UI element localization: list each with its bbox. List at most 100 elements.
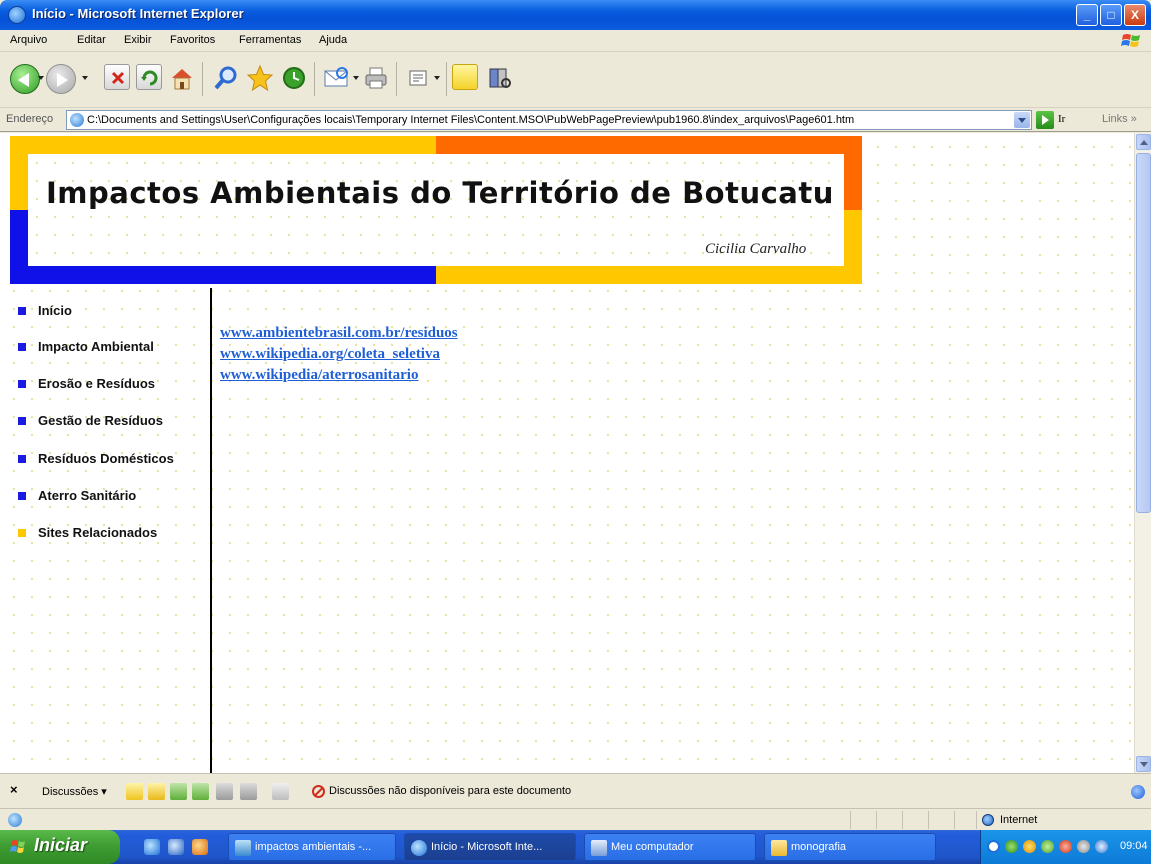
task-impactos-ambientais[interactable]: impactos ambientais -... [228,833,396,861]
history-icon[interactable] [280,64,306,90]
banner-bar-gold-bottom [436,266,862,284]
menu-arquivo[interactable]: Arquivo [10,34,47,46]
page-banner: Impactos Ambientais do Território de Bot… [10,136,862,284]
address-field[interactable]: C:\Documents and Settings\User\Configura… [66,110,1032,130]
window-title: Início - Microsoft Internet Explorer [32,6,244,21]
toolbar-separator [314,62,315,96]
ie-icon [8,6,26,24]
maximize-button[interactable]: □ [1100,4,1122,26]
quicklaunch-ie-icon[interactable] [144,839,160,855]
banner-bar-right-orange [844,136,862,210]
antivirus-icon[interactable] [1059,840,1072,853]
tray-status-icon[interactable] [1095,840,1108,853]
status-page-icon [8,813,22,827]
link-wikipedia-coleta-seletiva[interactable]: www.wikipedia.org/coleta_seletiva [220,344,458,365]
status-bar: Internet [0,808,1151,830]
nav-bullet [18,380,26,388]
toolbar-separator [202,62,203,96]
nav-label[interactable]: Gestão de Resíduos [38,413,163,428]
stop-icon[interactable] [104,64,130,90]
scroll-up-button[interactable] [1136,134,1151,150]
go-arrow-icon[interactable] [1036,111,1054,129]
show-hide-pane-icon[interactable] [272,783,289,800]
home-icon[interactable] [168,64,194,90]
tray-app-icon[interactable] [1041,840,1054,853]
edit-icon[interactable] [404,64,430,90]
close-button[interactable]: X [1124,4,1146,26]
minimize-button[interactable]: _ [1076,4,1098,26]
status-cell [850,811,851,829]
discussions-bar: × Discussões ▾ Discussões não disponívei… [0,773,1151,808]
tray-expand-icon[interactable] [987,840,1000,853]
link-wikipedia-aterrosanitario[interactable]: www.wikipedia/aterrosanitario [220,365,458,386]
back-dropdown-icon[interactable] [38,76,44,80]
nav-label[interactable]: Início [38,303,72,318]
menu-editar[interactable]: Editar [77,34,106,46]
note-icon[interactable] [452,64,478,90]
back-button[interactable] [10,64,40,94]
links-button[interactable]: Links » [1102,113,1137,125]
forward-button[interactable] [46,64,76,94]
task-inicio-ie[interactable]: Início - Microsoft Inte... [404,833,576,861]
nav-label[interactable]: Sites Relacionados [38,525,157,540]
start-button[interactable]: Iniciar [0,830,120,864]
quicklaunch-media-icon[interactable] [192,839,208,855]
status-cell [976,811,977,829]
collapse-discussions-icon[interactable] [192,783,209,800]
quicklaunch-browser-icon[interactable] [168,839,184,855]
nav-label[interactable]: Impacto Ambiental [38,339,154,354]
menu-ajuda[interactable]: Ajuda [319,34,347,46]
mail-icon[interactable] [322,64,348,90]
forward-dropdown-icon[interactable] [82,76,88,80]
favorites-star-icon[interactable] [246,64,274,92]
task-label: impactos ambientais -... [255,841,372,853]
toolbar-separator [396,62,397,96]
nav-label[interactable]: Resíduos Domésticos [38,451,174,466]
address-value[interactable]: C:\Documents and Settings\User\Configura… [87,114,854,126]
nav-bullet [18,417,26,425]
forward-arrow-icon [57,73,68,87]
scroll-thumb[interactable] [1136,153,1151,513]
volume-icon[interactable] [1077,840,1090,853]
related-links: www.ambientebrasil.com.br/residuos www.w… [220,323,458,386]
reply-discussion-icon[interactable] [148,783,165,800]
refresh-icon[interactable] [136,64,162,90]
banner-bar-gold [10,136,436,154]
internet-zone-icon [982,814,994,826]
help-icon[interactable] [1131,785,1145,799]
insert-discussion-icon[interactable] [126,783,143,800]
nav-label[interactable]: Erosão e Resíduos [38,376,155,391]
security-shield-icon[interactable] [1023,840,1036,853]
go-button[interactable]: Ir [1058,113,1065,125]
edit-dropdown-icon[interactable] [434,76,440,80]
clock[interactable]: 09:04 [1120,840,1148,852]
page-author: Cicilia Carvalho [705,241,807,257]
expand-discussions-icon[interactable] [170,783,187,800]
research-icon[interactable] [486,64,512,90]
status-cell [928,811,929,829]
link-ambientebrasil[interactable]: www.ambientebrasil.com.br/residuos [220,323,458,344]
nav-label[interactable]: Aterro Sanitário [38,488,136,503]
banner-bar-orange [436,136,862,154]
title-bar[interactable]: Início - Microsoft Internet Explorer _ □… [0,0,1151,30]
scroll-down-button[interactable] [1136,756,1151,772]
task-monografia[interactable]: monografia [764,833,936,861]
address-dropdown-icon[interactable] [1014,112,1030,128]
next-discussion-icon[interactable] [240,783,257,800]
search-icon[interactable] [212,64,238,90]
menu-exibir[interactable]: Exibir [124,34,152,46]
security-zone: Internet [1000,814,1038,826]
menu-favoritos[interactable]: Favoritos [170,34,215,46]
taskbar: Iniciar impactos ambientais -... Início … [0,830,1151,864]
discussions-menu[interactable]: Discussões ▾ [42,785,107,798]
network-icon[interactable] [1005,840,1018,853]
start-label: Iniciar [34,835,88,855]
previous-discussion-icon[interactable] [216,783,233,800]
print-icon[interactable] [362,64,388,90]
vertical-scrollbar[interactable] [1134,133,1151,773]
task-meu-computador[interactable]: Meu computador [584,833,756,861]
mail-dropdown-icon[interactable] [353,76,359,80]
discussions-close-button[interactable]: × [10,782,18,797]
menu-ferramentas[interactable]: Ferramentas [239,34,301,46]
page-viewport[interactable]: Impactos Ambientais do Território de Bot… [0,133,1134,773]
